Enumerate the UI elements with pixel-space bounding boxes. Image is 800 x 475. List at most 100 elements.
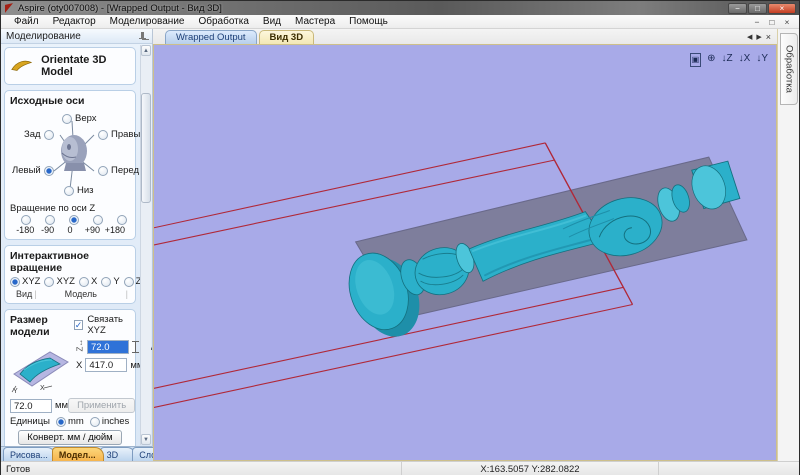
size-z-input[interactable]: 72.0 [87, 340, 129, 354]
rotate-model-y-option[interactable]: Y [101, 276, 119, 287]
rotation-value-label: +90 [81, 225, 103, 235]
zoom-fit-icon[interactable]: ▣ [690, 53, 702, 67]
tab-toolpaths[interactable]: Обработка [780, 33, 798, 105]
x-axis-label: X [76, 360, 82, 371]
menu-bar: Файл Редактор Моделирование Обработка Ви… [1, 15, 799, 29]
height-ibeam-icon [132, 341, 139, 353]
window-title: Aspire (oty007008) - [Wrapped Output - В… [18, 3, 728, 14]
view-down-z-icon[interactable]: ↓Z [722, 53, 733, 67]
modeling-panel: Моделирование Orientate 3D Model Исходны… [1, 29, 153, 461]
maximize-button[interactable]: □ [748, 3, 767, 14]
minimize-button[interactable]: − [728, 3, 747, 14]
orientate-title: Orientate 3D Model [41, 54, 130, 78]
rotate-model-x-option[interactable]: X [79, 276, 97, 287]
rotation-plus180-radio[interactable] [117, 215, 127, 225]
menu-gadgets[interactable]: Мастера [288, 16, 342, 27]
y-unit-label: мм [55, 400, 68, 411]
view-tab-strip: Wrapped Output Вид 3D ◀ ▶ × [153, 29, 777, 44]
rotate-model-xyz-option[interactable]: XYZ [44, 276, 74, 287]
right-panel-strip: Обработка [777, 29, 799, 461]
view-down-y-icon[interactable]: ↓Y [756, 53, 768, 67]
rotation-z-label: Вращение по оси Z [10, 203, 130, 214]
pin-icon[interactable] [138, 32, 147, 41]
convert-mm-inch-button[interactable]: Конверт. мм / дюйм [18, 430, 121, 445]
rotation-plus90-radio[interactable] [93, 215, 103, 225]
axis-option-top[interactable]: Верх [62, 113, 97, 124]
app-icon [4, 3, 14, 13]
rotation-value-label: -180 [14, 225, 36, 235]
rotate-model-z-option[interactable]: Z [124, 276, 142, 287]
menu-help[interactable]: Помощь [342, 16, 395, 27]
scene-3d [154, 45, 776, 460]
axes-diagram: Верх Зад Правый Левый Перед Низ [10, 109, 130, 201]
panel-title: Моделирование [6, 31, 138, 42]
status-bar: Готов X:163.5057 Y:282.0822 [1, 461, 799, 475]
viewport-3d[interactable]: ▣ ⊕ ↓Z ↓X ↓Y [153, 44, 777, 461]
tab-3d-view[interactable]: Вид 3D [259, 30, 315, 44]
rotation-0-radio[interactable] [69, 215, 79, 225]
group-model-label: Модель [65, 289, 97, 299]
interactive-rotation-card: Интерактивное вращение XYZ XYZ X Y Z Вид… [4, 245, 136, 304]
menu-view[interactable]: Вид [256, 16, 288, 27]
tab-close-icon[interactable]: × [766, 32, 771, 42]
view-toolbar: ▣ ⊕ ↓Z ↓X ↓Y [690, 53, 768, 67]
size-thumbnail: Y X [10, 340, 72, 396]
interactive-title: Интерактивное вращение [10, 250, 130, 274]
document-area: Wrapped Output Вид 3D ◀ ▶ × [153, 29, 777, 461]
model-size-card: Размер модели ✓ Связать XYZ Y X [4, 309, 136, 446]
size-x-input[interactable]: 417.0 [85, 358, 127, 372]
menu-toolpaths[interactable]: Обработка [191, 16, 255, 27]
scroll-down-icon[interactable]: ▼ [141, 434, 151, 445]
svg-text:X: X [40, 385, 45, 392]
mdi-close-icon[interactable]: × [781, 17, 793, 27]
mdi-restore-icon[interactable]: □ [766, 17, 778, 27]
rotation-minus90-radio[interactable] [45, 215, 55, 225]
link-xyz-checkbox[interactable]: ✓ Связать XYZ [74, 314, 130, 336]
tab-modeling[interactable]: Модел... [52, 447, 104, 461]
axis-option-bottom[interactable]: Низ [64, 185, 94, 196]
units-mm-option[interactable]: mm [56, 416, 84, 427]
rotate-view-xyz-option[interactable]: XYZ [10, 276, 40, 287]
size-y-input[interactable]: 72.0 [10, 399, 52, 413]
axis-option-left[interactable]: Левый [12, 165, 54, 176]
z-axis-indicator: Z↔ [76, 343, 85, 351]
tab-drawing[interactable]: Рисова... [3, 447, 56, 461]
scrollbar-thumb[interactable] [141, 93, 151, 203]
rotation-minus180-radio[interactable] [21, 215, 31, 225]
head-model-thumbnail [61, 135, 87, 171]
tab-wrapped-output[interactable]: Wrapped Output [165, 30, 257, 44]
close-button[interactable]: × [768, 3, 796, 14]
rotation-value-label: +180 [104, 225, 126, 235]
tab-prev-icon[interactable]: ◀ [747, 33, 752, 41]
isometric-view-icon[interactable]: ⊕ [707, 53, 715, 67]
panel-tab-strip: Рисова... Модел... 3D кол... Слои [1, 446, 152, 461]
menu-file[interactable]: Файл [7, 16, 46, 27]
rotation-value-label: 0 [59, 225, 81, 235]
tab-3d-clipart[interactable]: 3D кол... [100, 447, 137, 461]
scroll-up-icon[interactable]: ▲ [141, 45, 151, 56]
axis-option-right[interactable]: Правый [98, 129, 146, 140]
units-label: Единицы [10, 416, 50, 427]
tab-next-icon[interactable]: ▶ [756, 33, 761, 41]
orientate-card: Orientate 3D Model [4, 47, 136, 85]
axes-title: Исходные оси [10, 95, 130, 107]
source-axes-card: Исходные оси [4, 90, 136, 240]
panel-scrollbar[interactable]: ▲ ▼ [140, 45, 151, 445]
status-ready: Готов [6, 464, 30, 475]
orientate-icon [10, 58, 33, 74]
status-coordinates: X:163.5057 Y:282.0822 [401, 462, 659, 475]
axis-option-back[interactable]: Зад [24, 129, 54, 140]
checkbox-check-icon: ✓ [74, 320, 84, 330]
group-view-label: Вид [16, 289, 32, 299]
app-window: Aspire (oty007008) - [Wrapped Output - В… [0, 0, 800, 475]
apply-button[interactable]: Применить [68, 398, 135, 413]
view-down-x-icon[interactable]: ↓X [739, 53, 751, 67]
size-title: Размер модели [10, 314, 74, 338]
title-bar: Aspire (oty007008) - [Wrapped Output - В… [1, 1, 799, 15]
menu-editor[interactable]: Редактор [46, 16, 103, 27]
menu-modeling[interactable]: Моделирование [103, 16, 192, 27]
units-inches-option[interactable]: inches [90, 416, 129, 427]
rotation-value-label: -90 [36, 225, 58, 235]
mdi-minimize-icon[interactable]: − [751, 17, 763, 27]
axis-option-front[interactable]: Перед [98, 165, 139, 176]
